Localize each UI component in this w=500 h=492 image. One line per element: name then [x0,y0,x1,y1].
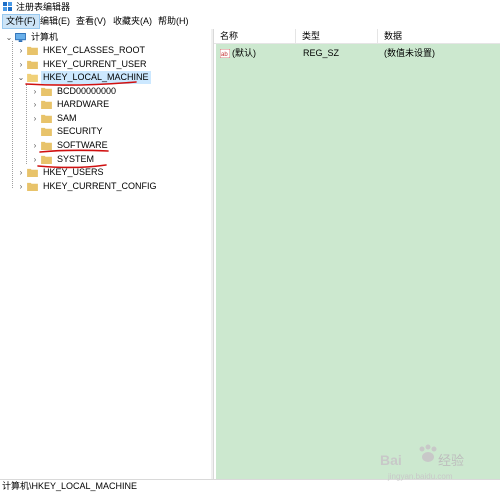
tree-item-hkey-current-user[interactable]: › HKEY_CURRENT_USER [16,58,206,71]
tree-connector [26,84,27,164]
menu-bar: 文件(F) 编辑(E) 查看(V) 收藏夹(A) 帮助(H) [0,14,500,29]
tree-item-label: HARDWARE [57,99,110,109]
tree-item-label: SECURITY [57,126,103,136]
string-value-icon: ab [220,49,230,58]
tree-item-label: HKEY_USERS [43,167,104,177]
value-data: (数值未设置) [384,48,435,58]
watermark-suffix: 经验 [438,453,464,468]
tree-item-hkey-classes-root[interactable]: › HKEY_CLASSES_ROOT [16,44,206,57]
list-body[interactable]: ab (默认) REG_SZ (数值未设置) [216,44,500,479]
folder-icon [41,100,52,109]
tree-item-hkey-current-config[interactable]: › HKEY_CURRENT_CONFIG [16,180,206,193]
tree-item-label: BCD00000000 [57,86,117,96]
watermark-brand: Bai [380,452,402,468]
folder-icon [41,127,52,136]
column-header-type[interactable]: 类型 [296,29,378,43]
chevron-right-icon[interactable]: › [30,153,40,166]
menu-view[interactable]: 查看(V) [73,14,109,29]
chevron-right-icon[interactable]: › [30,98,40,111]
values-list[interactable]: 名称 类型 数据 ab (默认) REG_SZ (数值未设置) [214,29,500,479]
tree-item-label: SAM [57,113,77,123]
column-header-data[interactable]: 数据 [378,29,500,43]
chevron-right-icon[interactable]: › [16,166,26,179]
baidu-paw-logo: 经验 Bai jingyan.baidu.com [380,444,464,481]
chevron-right-icon[interactable]: › [30,112,40,125]
folder-icon [27,46,38,55]
folder-icon [27,168,38,177]
value-name: (默认) [232,48,256,58]
tree-item-sam[interactable]: › SAM [30,112,200,125]
menu-edit[interactable]: 编辑(E) [37,14,73,29]
tree-item-system[interactable]: › SYSTEM [30,153,200,166]
svg-text:ab: ab [221,52,228,58]
tree-item-hardware[interactable]: › HARDWARE [30,98,200,111]
pane-splitter[interactable] [211,29,213,479]
watermark-url: jingyan.baidu.com [387,472,453,481]
list-header: 名称 类型 数据 [214,29,500,44]
menu-help[interactable]: 帮助(H) [155,14,192,29]
folder-icon [41,155,52,164]
tree-item-label: HKEY_CURRENT_CONFIG [43,181,157,191]
folder-icon [41,141,52,150]
chevron-right-icon[interactable]: › [30,139,40,152]
folder-icon [27,182,38,191]
column-header-name[interactable]: 名称 [214,29,296,43]
baidu-watermark: 经验 Bai jingyan.baidu.com [378,443,496,483]
tree-item-computer[interactable]: ⌄ 计算机 [4,31,204,44]
chevron-down-icon[interactable]: ⌄ [4,31,14,44]
tree-item-hkey-users[interactable]: › HKEY_USERS [16,166,206,179]
folder-icon [27,60,38,69]
chevron-right-icon[interactable]: › [30,85,40,98]
registry-tree[interactable]: ⌄ 计算机 › HKEY_CLASSES_ROOT › HKEY_CURRENT… [0,29,214,479]
registry-editor-icon [3,2,12,11]
value-type: REG_SZ [303,48,340,58]
tree-item-hkey-local-machine[interactable]: ⌄ HKEY_LOCAL_MACHINE [16,71,206,84]
chevron-down-icon[interactable]: ⌄ [16,71,26,84]
tree-item-bcd00000000[interactable]: › BCD00000000 [30,85,200,98]
window-title: 注册表编辑器 [16,2,71,12]
folder-icon [41,114,52,123]
menu-file[interactable]: 文件(F) [2,14,40,29]
chevron-right-icon[interactable]: › [16,44,26,57]
list-row-default-value[interactable]: ab (默认) REG_SZ (数值未设置) [216,47,500,60]
chevron-right-icon[interactable]: › [16,180,26,193]
folder-icon [41,87,52,96]
chevron-right-icon[interactable]: › [16,58,26,71]
tree-connector [12,41,13,188]
tree-item-label: 计算机 [31,32,59,42]
tree-item-label: HKEY_CLASSES_ROOT [43,45,146,55]
tree-item-label: SYSTEM [57,154,95,164]
status-path: 计算机\HKEY_LOCAL_MACHINE [2,481,138,491]
tree-item-software[interactable]: › SOFTWARE [30,139,200,152]
tree-item-security[interactable]: SECURITY [30,125,200,138]
title-bar: 注册表编辑器 [0,0,500,14]
menu-favorites[interactable]: 收藏夹(A) [110,14,155,29]
tree-item-label: SOFTWARE [57,140,108,150]
computer-icon [15,33,26,42]
tree-item-label: HKEY_LOCAL_MACHINE [41,71,151,84]
folder-open-icon [27,73,38,82]
tree-item-label: HKEY_CURRENT_USER [43,59,147,69]
